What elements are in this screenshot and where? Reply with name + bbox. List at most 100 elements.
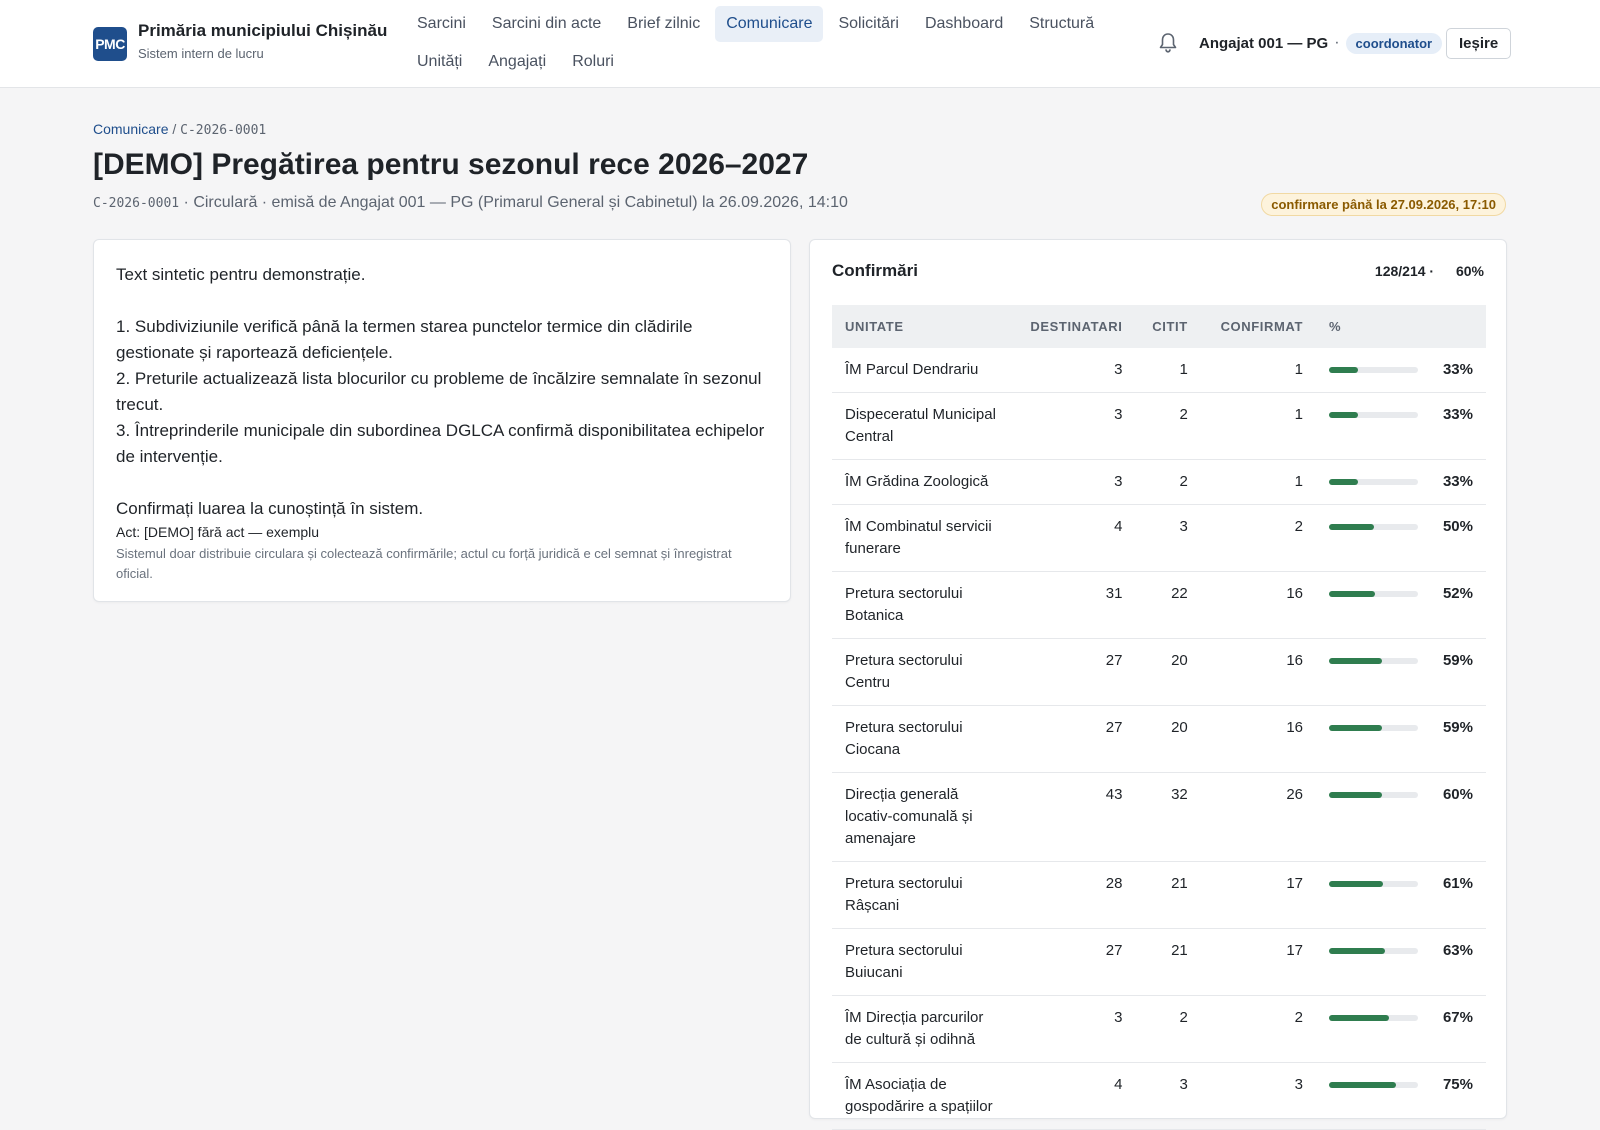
progress-cell <box>1316 638 1424 706</box>
progress-bar <box>1329 658 1418 664</box>
progress-cell <box>1316 928 1424 996</box>
progress-bar-fill <box>1329 524 1374 530</box>
confirmed-count: 17 <box>1200 928 1316 996</box>
table-row[interactable]: Pretura sectorului Ciocana 27 20 16 59% <box>832 705 1486 773</box>
table-row[interactable]: ÎM Direcția parcurilor de cultură și odi… <box>832 995 1486 1063</box>
unit-name: Pretura sectorului Centru <box>832 638 1010 706</box>
table-row[interactable]: Pretura sectorului Buiucani 27 21 17 63% <box>832 928 1486 996</box>
progress-bar <box>1329 412 1418 418</box>
recipients-count: 31 <box>1010 571 1136 639</box>
meta-code: C-2026-0001 <box>93 196 180 211</box>
table-row[interactable]: Pretura sectorului Botanica 31 22 16 52% <box>832 571 1486 639</box>
progress-bar-fill <box>1329 881 1384 887</box>
progress-bar-fill <box>1329 412 1359 418</box>
progress-cell <box>1316 504 1424 572</box>
column-header-read[interactable]: Citit <box>1135 305 1200 348</box>
progress-cell <box>1316 705 1424 773</box>
nav-item-brief-zilnic[interactable]: Brief zilnic <box>616 6 711 42</box>
column-header-unit[interactable]: Unitate <box>832 305 1010 348</box>
nav-item-comunicare[interactable]: Comunicare <box>715 6 824 42</box>
table-row[interactable]: ÎM Asociația de gospodărire a spațiilor 4… <box>832 1062 1486 1130</box>
circular-item-3: 3. Întreprinderile municipale din subord… <box>116 421 765 466</box>
nav-item-dashboard[interactable]: Dashboard <box>914 6 1014 42</box>
deadline-badge: confirmare până la 27.09.2026, 17:10 <box>1261 193 1506 216</box>
circular-body-card: Text sintetic pentru demonstrație. 1. Su… <box>93 239 791 602</box>
unit-name: Pretura sectorului Râșcani <box>832 861 1010 929</box>
unit-name: ÎM Grădina Zoologică <box>832 459 1010 505</box>
circular-closing: Confirmați luarea la cunoștință în siste… <box>116 499 424 518</box>
recipients-count: 27 <box>1010 638 1136 706</box>
nav-item-structura[interactable]: Structură <box>1018 6 1105 42</box>
nav-item-unitati[interactable]: Unități <box>406 44 473 80</box>
breadcrumb-separator: / <box>172 121 177 137</box>
progress-cell <box>1316 571 1424 639</box>
read-count: 21 <box>1135 861 1201 929</box>
progress-bar <box>1329 881 1418 887</box>
percent-value: 59% <box>1424 638 1486 706</box>
table-row[interactable]: Pretura sectorului Râșcani 28 21 17 61% <box>832 861 1486 929</box>
nav-item-roluri[interactable]: Roluri <box>561 44 625 80</box>
unit-name: Pretura sectorului Buiucani <box>832 928 1010 996</box>
table-row[interactable]: Direcția generală locativ-comunală și am… <box>832 772 1486 862</box>
user-separator: · <box>1334 34 1340 51</box>
progress-cell <box>1316 995 1424 1063</box>
read-count: 2 <box>1135 392 1201 460</box>
nav-item-sarcini[interactable]: Sarcini <box>406 6 477 42</box>
recipients-count: 3 <box>1010 459 1136 505</box>
column-header-confirmed[interactable]: Confirmat <box>1201 305 1316 348</box>
progress-bar <box>1329 792 1418 798</box>
percent-value: 50% <box>1424 504 1486 572</box>
breadcrumb-code: C-2026-0001 <box>180 123 267 138</box>
confirmed-count: 3 <box>1200 1062 1316 1130</box>
progress-bar <box>1329 367 1418 373</box>
legal-disclaimer: Sistemul doar distribuie circulara și co… <box>116 546 732 581</box>
recipients-count: 3 <box>1010 995 1136 1063</box>
table-row[interactable]: Pretura sectorului Centru 27 20 16 59% <box>832 638 1486 706</box>
breadcrumb-comunicare[interactable]: Comunicare <box>93 121 168 137</box>
logo: PMC <box>93 27 127 61</box>
progress-bar-fill <box>1329 725 1382 731</box>
role-badge: coordonator <box>1345 32 1443 54</box>
confirmations-title: Confirmări <box>832 261 918 280</box>
logout-button[interactable]: Ieșire <box>1446 28 1512 59</box>
read-count: 2 <box>1135 995 1201 1063</box>
confirmed-count: 1 <box>1200 392 1316 460</box>
progress-bar-fill <box>1329 479 1359 485</box>
progress-cell <box>1316 348 1424 393</box>
table-row[interactable]: ÎM Grădina Zoologică 3 2 1 33% <box>832 459 1486 505</box>
progress-bar <box>1329 524 1418 530</box>
unit-name: ÎM Direcția parcurilor de cultură și odi… <box>832 995 1010 1063</box>
confirmed-count: 2 <box>1200 504 1316 572</box>
percent-value: 61% <box>1424 861 1486 929</box>
page-title: [DEMO] Pregătirea pentru sezonul rece 20… <box>93 148 809 181</box>
unit-name: Direcția generală locativ-comunală și am… <box>832 772 1010 862</box>
column-header-percent[interactable]: % <box>1316 305 1486 348</box>
table-header-row: Unitate Destinatari Citit Confirmat % <box>832 305 1486 348</box>
read-count: 21 <box>1135 928 1201 996</box>
progress-bar-fill <box>1329 1015 1389 1021</box>
read-count: 1 <box>1135 348 1201 393</box>
brand-text: Primăria municipiului Chișinău Sistem in… <box>138 20 387 61</box>
percent-value: 67% <box>1424 995 1486 1063</box>
table-row[interactable]: ÎM Combinatul servicii funerare 4 3 2 50% <box>832 504 1486 572</box>
circular-item-1: 1. Subdiviziunile verifică până la terme… <box>116 317 693 362</box>
confirmations-table: Unitate Destinatari Citit Confirmat % ÎM… <box>832 305 1486 1130</box>
progress-bar <box>1329 725 1418 731</box>
circular-intro: Text sintetic pentru demonstrație. <box>116 265 366 284</box>
progress-bar <box>1329 1015 1418 1021</box>
percent-value: 33% <box>1424 392 1486 460</box>
table-row[interactable]: Dispeceratul Municipal Central 3 2 1 33% <box>832 392 1486 460</box>
nav-item-solicitari[interactable]: Solicitări <box>827 6 909 42</box>
recipients-count: 43 <box>1010 772 1136 862</box>
top-bar: PMC Primăria municipiului Chișinău Siste… <box>0 0 1600 88</box>
bell-icon[interactable] <box>1158 32 1178 54</box>
confirmed-count: 17 <box>1200 861 1316 929</box>
table-row[interactable]: ÎM Parcul Dendrariu 3 1 1 33% <box>832 348 1486 393</box>
brand[interactable]: PMC Primăria municipiului Chișinău Siste… <box>93 20 387 61</box>
nav-item-angajati[interactable]: Angajați <box>477 44 557 80</box>
column-header-recipients[interactable]: Destinatari <box>1010 305 1135 348</box>
nav-item-sarcini-din-acte[interactable]: Sarcini din acte <box>481 6 612 42</box>
read-count: 22 <box>1135 571 1201 639</box>
unit-name: ÎM Parcul Dendrariu <box>832 348 1010 393</box>
progress-bar <box>1329 479 1418 485</box>
